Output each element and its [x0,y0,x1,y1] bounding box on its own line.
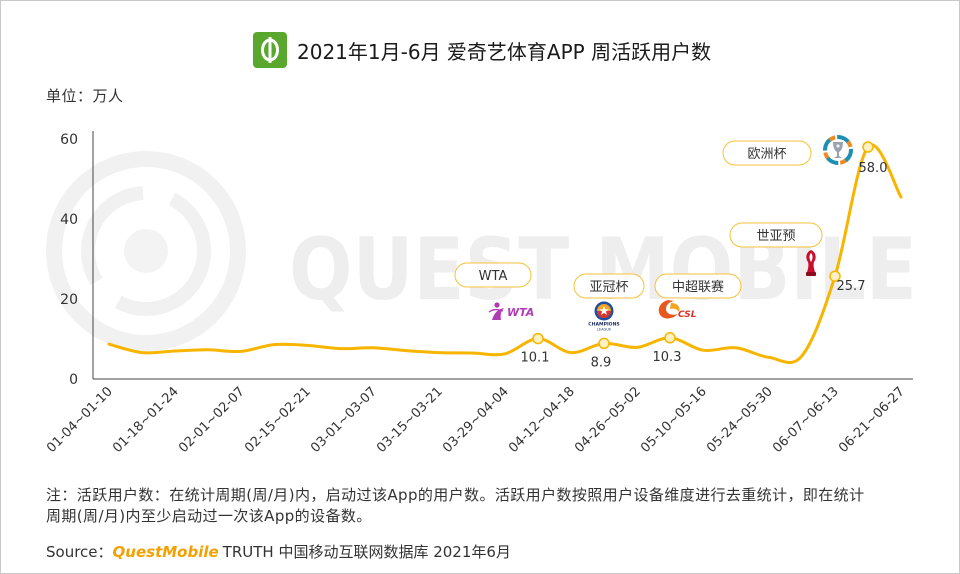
data-label: 10.3 [653,350,682,365]
data-label: 25.7 [837,279,866,294]
y-tick-label: 60 [60,132,78,148]
x-tick-label: 03-15~03-21 [374,384,446,456]
x-tick-label: 01-04~01-10 [44,384,116,456]
callout-label: 中超联赛 [672,279,724,295]
data-point-marker [598,337,610,350]
callout-label: 亚冠杯 [589,280,628,295]
x-tick-label: 01-18~01-24 [110,384,182,456]
source-text: TRUTH 中国移动互联网数据库 2021年6月 [222,543,511,561]
footnote: 注：活跃用户数：在统计周期(周/月)内，启动过该App的用户数。活跃用户数按照用… [46,485,864,527]
x-tick-label: 02-01~02-07 [176,384,248,456]
callout-label: 世亚预 [756,229,795,244]
source-line: Source：QuestMobile TRUTH 中国移动互联网数据库 2021年… [46,541,511,562]
data-label: 10.1 [521,351,550,366]
csl-logo-text: CSL [678,310,697,320]
x-tick-label: 06-07~06-13 [770,384,842,456]
data-point-marker [664,332,676,344]
x-tick-label: 06-21~06-27 [836,384,908,456]
wta-logo-text: WTA [507,306,534,319]
watermark: QUEST MOBILE [46,151,917,351]
euro-cup-logo [823,135,853,165]
x-tick-label: 02-15~02-21 [242,384,314,456]
x-tick-label: 03-29~04-04 [440,384,512,456]
footnote-line: 周期(周/月)内至少启动过一次该App的设备数。 [46,507,372,525]
unit-label: 单位：万人 [46,87,124,105]
annotation-csl: 中超联赛 [654,273,742,299]
source-brand: QuestMobile [112,543,219,561]
data-point-marker [532,332,544,345]
data-label: 8.9 [591,355,612,370]
chart-card: QUEST MOBILE 0 20 40 60 01-04~01-10 01-18~01… [0,0,960,574]
x-tick-label: 04-12~04-18 [506,384,578,456]
callout-label: WTA [479,269,508,284]
annotation-world-cup-qualifier: 世亚预 [729,222,823,248]
x-tick-label: 05-10~05-16 [638,384,710,456]
y-axis-ticks: 0 20 40 60 [60,132,78,388]
data-label: 58.0 [859,161,888,176]
y-tick-label: 40 [60,212,78,228]
y-tick-label: 20 [60,292,78,308]
data-point-marker [862,141,874,153]
annotation-euro-cup: 欧洲杯 [722,140,812,166]
iqiyi-sports-icon [253,32,287,68]
source-prefix: Source： [46,543,113,561]
x-axis-labels: 01-04~01-1001-18~01-2402-01~02-0702-15~0… [44,384,908,456]
watermark-logo-icon [46,151,246,351]
annotation-afc-champions-league: 亚冠杯 [573,273,645,299]
chart-title: 2021年1月-6月 爱奇艺体育APP 周活跃用户数 [297,40,712,64]
y-tick-label: 0 [69,372,78,388]
x-tick-label: 03-01~03-07 [308,384,380,456]
x-tick-label: 05-24~05-30 [704,384,776,456]
annotation-wta: WTA [454,262,532,288]
acl-logo-text-line2: LEAGUE [597,328,612,332]
x-tick-label: 04-26~05-02 [572,384,644,456]
callout-label: 欧洲杯 [747,147,786,162]
footnote-line: 注：活跃用户数：在统计周期(周/月)内，启动过该App的用户数。活跃用户数按照用… [46,486,865,504]
